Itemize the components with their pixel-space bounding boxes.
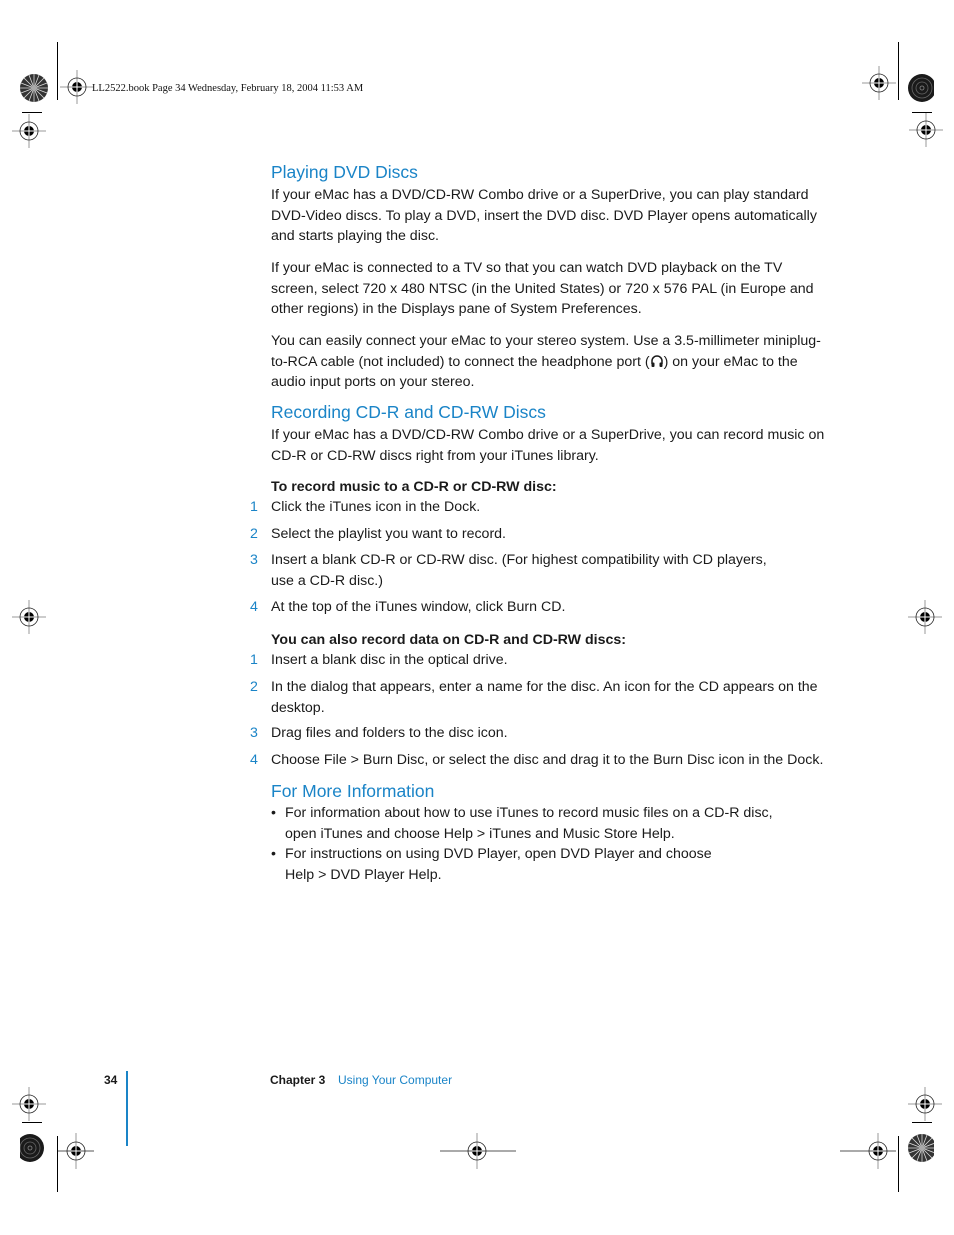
section-heading: Recording CD-R and CD-RW Discs: [271, 402, 546, 422]
step-number: 1: [250, 652, 258, 668]
step-text: Choose File > Burn Disc, or select the d…: [271, 752, 824, 768]
crop-mark: [57, 42, 58, 100]
step-text: At the top of the iTunes window, click B…: [271, 599, 566, 615]
page-number: 34: [104, 1073, 118, 1087]
print-slug: LL2522.book Page 34 Wednesday, February …: [92, 83, 364, 94]
color-target-icon: [908, 74, 934, 102]
paragraph: If your eMac has a DVD/CD-RW Combo drive…: [271, 427, 825, 464]
registration-mark-icon: [12, 600, 46, 634]
procedure-lead: To record music to a CD-R or CD-RW disc:: [271, 479, 557, 495]
chapter-title: Using Your Computer: [338, 1073, 453, 1087]
step-text: Insert a blank CD-R or CD-RW disc. (For …: [271, 552, 767, 589]
step-text: Select the playlist you want to record.: [271, 526, 507, 542]
color-target-icon: [20, 74, 48, 102]
crop-mark: [898, 1136, 899, 1192]
color-target-icon: [20, 1134, 44, 1162]
color-target-icon: [908, 1134, 934, 1162]
registration-mark-icon: [909, 113, 943, 147]
bullet-marker: •: [271, 805, 276, 821]
step-number: 1: [250, 499, 258, 515]
section-heading: For More Information: [271, 781, 435, 801]
chapter-label: Chapter 3: [270, 1073, 326, 1087]
procedure-lead: You can also record data on CD-R and CD-…: [271, 632, 626, 648]
headphone-icon: [650, 354, 663, 367]
registration-mark-icon: [12, 114, 46, 148]
step-number: 4: [250, 752, 258, 768]
crop-mark: [912, 1122, 932, 1123]
step-text: Insert a blank disc in the optical drive…: [271, 652, 508, 668]
footer-divider: [126, 1071, 128, 1146]
bullet-text: For information about how to use iTunes …: [285, 805, 773, 842]
step-text: In the dialog that appears, enter a name…: [271, 679, 818, 716]
paragraph: If your eMac has a DVD/CD-RW Combo drive…: [271, 187, 817, 245]
step-text: Drag files and folders to the disc icon.: [271, 725, 508, 741]
registration-mark-icon: [58, 1133, 94, 1169]
step-text: Click the iTunes icon in the Dock.: [271, 499, 481, 515]
paragraph: If your eMac is connected to a TV so tha…: [271, 260, 814, 318]
crop-mark: [22, 112, 42, 113]
registration-mark-icon: [12, 1087, 46, 1121]
crop-mark: [22, 1122, 42, 1123]
registration-mark-icon: [840, 1133, 896, 1169]
section-heading: Playing DVD Discs: [271, 162, 418, 182]
bullet-marker: •: [271, 846, 276, 862]
paragraph-stereo: You can easily connect your eMac to your…: [271, 331, 831, 393]
crop-mark: [898, 42, 899, 100]
registration-mark-icon: [440, 1133, 516, 1169]
step-number: 4: [250, 599, 258, 615]
step-number: 3: [250, 552, 258, 568]
registration-mark-icon: [908, 600, 942, 634]
registration-mark-icon: [862, 66, 896, 100]
step-number: 2: [250, 679, 258, 695]
registration-mark-icon: [908, 1087, 942, 1121]
bullet-text: For instructions on using DVD Player, op…: [285, 846, 712, 883]
step-number: 2: [250, 526, 258, 542]
registration-mark-icon: [60, 70, 94, 104]
step-number: 3: [250, 725, 258, 741]
